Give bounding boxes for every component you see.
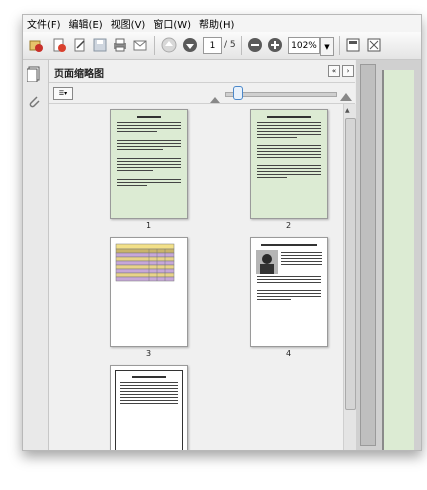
thumbnails-scrollbar[interactable]: ▲ (343, 104, 356, 450)
panel-title: 页面缩略图 (54, 69, 104, 80)
next-page-icon[interactable] (181, 36, 199, 54)
menu-bar: 文件(F) 编辑(E) 视图(V) 窗口(W) 帮助(H) (23, 15, 421, 32)
email-icon[interactable] (131, 36, 149, 54)
page-label: 3 (146, 349, 152, 358)
page-total: / 5 (224, 40, 236, 50)
print-icon[interactable] (111, 36, 129, 54)
scrollbar-thumb[interactable] (345, 118, 356, 410)
save-icon[interactable] (91, 36, 109, 54)
fit-page-icon[interactable] (344, 36, 362, 54)
attachments-paperclip-icon[interactable] (27, 93, 41, 113)
toolbar-separator (339, 36, 340, 55)
page-thumbnail[interactable] (110, 365, 188, 450)
expand-panel-icon[interactable]: › (342, 65, 354, 77)
menu-file[interactable]: 文件(F) (23, 16, 65, 31)
scroll-up-icon[interactable]: ▲ (345, 107, 350, 114)
document-page-edge (382, 70, 414, 450)
options-menu-icon[interactable]: ☰▾ (53, 87, 73, 100)
menu-help[interactable]: 帮助(H) (195, 16, 238, 31)
page-thumbnails-panel: 页面缩略图 « › ☰▾ 1 2 3 4 ▲ (49, 60, 356, 450)
navigation-pane-strip (23, 60, 49, 450)
page-thumbnail[interactable] (250, 237, 328, 347)
page-label: 1 (146, 221, 152, 230)
page-thumbnail[interactable] (110, 109, 188, 219)
zoom-dropdown-chevron-down-icon[interactable]: ▼ (320, 37, 334, 56)
zoom-level-input[interactable]: 102% (288, 37, 320, 54)
toolbar-separator (241, 36, 242, 55)
adobe-reader-window: 文件(F) 编辑(E) 视图(V) 窗口(W) 帮助(H) 1 / 5 102%… (22, 14, 422, 451)
page-thumbnail[interactable] (110, 237, 188, 347)
thumbnails-list: 1 2 3 4 (49, 104, 343, 450)
zoom-in-icon[interactable] (266, 36, 284, 54)
previous-page-icon[interactable] (160, 36, 178, 54)
page-label: 2 (286, 221, 292, 230)
document-view (356, 60, 421, 450)
document-view-separator[interactable] (360, 64, 376, 446)
toolbar: 1 / 5 102% ▼ (23, 32, 421, 60)
toolbar-separator (154, 36, 155, 55)
menu-view[interactable]: 视图(V) (107, 16, 150, 31)
thumbnail-options-bar: ☰▾ (49, 83, 355, 104)
open-icon[interactable] (27, 36, 45, 54)
menu-window[interactable]: 窗口(W) (149, 16, 195, 31)
menu-edit[interactable]: 编辑(E) (65, 16, 107, 31)
collapse-panel-icon[interactable]: « (328, 65, 340, 77)
page-thumbnails-icon[interactable] (26, 66, 41, 86)
page-thumbnail[interactable] (250, 109, 328, 219)
zoom-out-icon[interactable] (246, 36, 264, 54)
page-number-input[interactable]: 1 (203, 37, 222, 54)
slider-handle[interactable] (233, 86, 243, 100)
page-label: 4 (286, 349, 292, 358)
create-pdf-icon[interactable] (50, 36, 68, 54)
full-screen-icon[interactable] (365, 36, 383, 54)
panel-header: 页面缩略图 « › (49, 60, 355, 83)
sign-icon[interactable] (71, 36, 89, 54)
